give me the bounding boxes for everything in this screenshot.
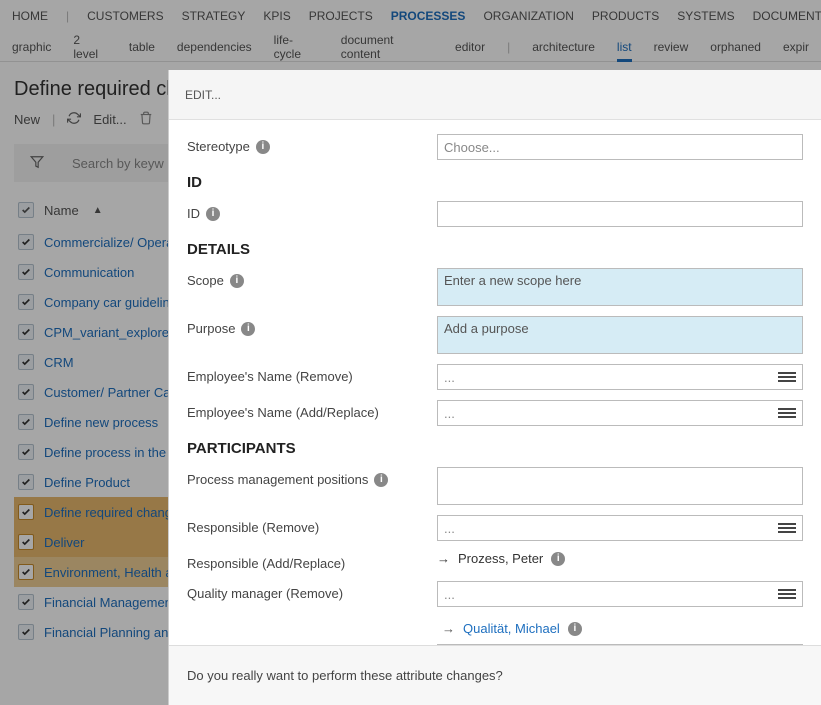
- info-icon[interactable]: i: [551, 552, 565, 566]
- qm-remove-label: Quality manager (Remove): [187, 586, 343, 601]
- info-icon[interactable]: i: [256, 140, 270, 154]
- list-icon[interactable]: [778, 523, 796, 533]
- info-icon[interactable]: i: [568, 622, 582, 636]
- info-icon[interactable]: i: [230, 274, 244, 288]
- qm-value-link[interactable]: Qualität, Michael: [463, 621, 560, 636]
- purpose-label: Purpose: [187, 321, 235, 336]
- stereotype-label: Stereotype: [187, 139, 250, 154]
- pmp-label: Process management positions: [187, 472, 368, 487]
- pmp-input[interactable]: [437, 467, 803, 505]
- id-input[interactable]: [437, 201, 803, 227]
- arrow-icon: →: [442, 621, 455, 636]
- resp-remove-input[interactable]: ...: [437, 515, 803, 541]
- info-icon[interactable]: i: [206, 207, 220, 221]
- info-icon[interactable]: i: [374, 473, 388, 487]
- resp-add-label: Responsible (Add/Replace): [187, 556, 345, 571]
- resp-remove-label: Responsible (Remove): [187, 520, 319, 535]
- stereotype-select[interactable]: Choose...: [437, 134, 803, 160]
- list-icon[interactable]: [778, 372, 796, 382]
- arrow-icon: →: [437, 551, 450, 566]
- qm-remove-input[interactable]: ...: [437, 581, 803, 607]
- emp-add-label: Employee's Name (Add/Replace): [187, 405, 379, 420]
- list-icon[interactable]: [778, 589, 796, 599]
- id-label: ID: [187, 206, 200, 221]
- list-icon[interactable]: [778, 408, 796, 418]
- edit-panel: EDIT... Stereotype i Choose... ID ID i D…: [168, 70, 821, 705]
- purpose-input[interactable]: Add a purpose: [437, 316, 803, 354]
- emp-remove-input[interactable]: ...: [437, 364, 803, 390]
- confirm-text: Do you really want to perform these attr…: [187, 668, 503, 683]
- emp-add-input[interactable]: ...: [437, 400, 803, 426]
- panel-header: EDIT...: [169, 70, 821, 120]
- panel-title: EDIT...: [185, 88, 221, 102]
- scope-input[interactable]: Enter a new scope here: [437, 268, 803, 306]
- section-id: ID: [187, 174, 803, 191]
- info-icon[interactable]: i: [241, 322, 255, 336]
- section-details: DETAILS: [187, 241, 803, 258]
- scope-label: Scope: [187, 273, 224, 288]
- section-participants: PARTICIPANTS: [187, 440, 803, 457]
- resp-value-link[interactable]: Prozess, Peter: [458, 551, 543, 566]
- confirm-bar: Do you really want to perform these attr…: [169, 645, 821, 705]
- emp-remove-label: Employee's Name (Remove): [187, 369, 353, 384]
